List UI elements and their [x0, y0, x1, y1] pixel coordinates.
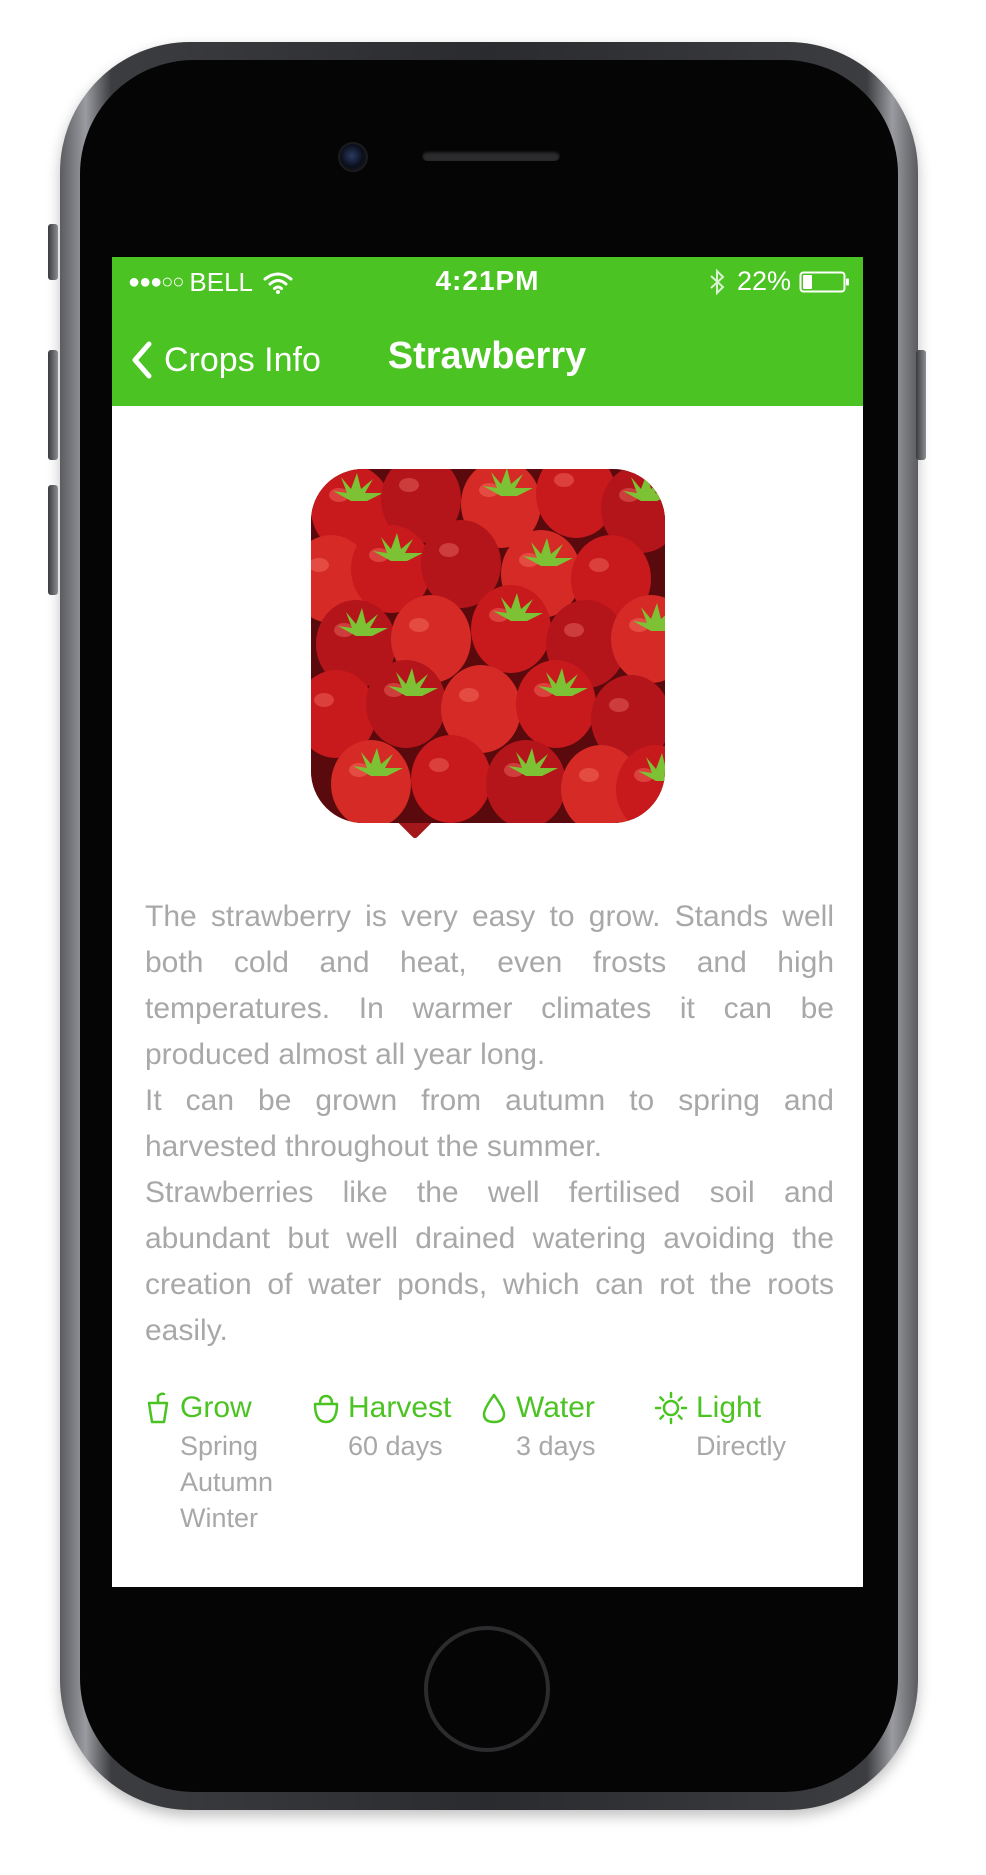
fact-value: 60 days — [348, 1431, 443, 1461]
volume-down-button — [48, 485, 58, 595]
crop-description: The strawberry is very easy to grow. Sta… — [145, 894, 834, 1354]
chevron-left-icon — [132, 341, 152, 379]
volume-up-button — [48, 350, 58, 460]
strawberry-highlight — [564, 623, 584, 637]
fact-value: Winter — [180, 1503, 259, 1533]
app-header: ●●●○○ BELL 4:21PM 22% Crops Info Strawbe… — [112, 257, 863, 406]
pot-icon — [147, 1392, 169, 1424]
fact-value: Autumn — [180, 1467, 274, 1497]
strawberry-highlight — [399, 478, 419, 492]
strawberry-shape — [516, 660, 596, 748]
description-paragraph: Strawberries like the well fertilised so… — [145, 1176, 834, 1347]
fact-grow: Grow Spring Autumn Winter — [144, 1388, 273, 1536]
app-screen: ●●●○○ BELL 4:21PM 22% Crops Info Strawbe… — [112, 257, 863, 1587]
strawberry-highlight — [609, 698, 629, 712]
fact-value: Directly — [696, 1431, 787, 1461]
battery-icon — [799, 271, 849, 292]
fact-light: Light Directly — [654, 1388, 786, 1464]
strawberry-photo — [311, 469, 665, 823]
fact-label: Water — [516, 1391, 595, 1424]
battery-percent: 22% — [736, 266, 791, 296]
sun-icon — [654, 1391, 688, 1425]
strawberry-highlight — [409, 618, 429, 632]
earpiece-speaker — [422, 150, 560, 161]
strawberry-highlight — [579, 768, 599, 782]
strawberry-shape — [411, 735, 491, 823]
crop-facts: Grow Spring Autumn Winter Harvest 60 day… — [144, 1388, 844, 1558]
fact-water: Water 3 days — [480, 1388, 596, 1464]
power-button — [916, 350, 926, 460]
crop-photo-bubble — [311, 469, 665, 840]
strawberry-highlight — [429, 758, 449, 772]
basket-icon — [313, 1394, 339, 1424]
back-button-label: Crops Info — [164, 340, 321, 379]
fact-label: Harvest — [348, 1391, 452, 1424]
strawberry-highlight — [554, 473, 574, 487]
strawberry-illustration — [311, 469, 665, 823]
water-drop-icon — [482, 1393, 506, 1424]
strawberry-highlight — [459, 688, 479, 702]
fact-value: Spring — [180, 1431, 259, 1461]
strawberry-highlight — [439, 543, 459, 557]
fact-harvest: Harvest 60 days — [312, 1388, 451, 1464]
status-bar: ●●●○○ BELL 4:21PM 22% — [112, 257, 863, 305]
front-camera — [338, 142, 368, 172]
bluetooth-icon — [710, 268, 725, 295]
home-button[interactable] — [424, 1626, 550, 1752]
back-button[interactable]: Crops Info — [130, 337, 321, 383]
strawberry-shape — [471, 585, 551, 673]
page-title: Strawberry — [387, 335, 587, 377]
description-paragraph: It can be grown from autumn to spring an… — [145, 1084, 834, 1163]
fact-label: Light — [696, 1391, 762, 1424]
strawberry-highlight — [314, 693, 334, 707]
mute-switch — [48, 224, 58, 280]
status-right: 22% — [707, 266, 851, 297]
description-paragraph: The strawberry is very easy to grow. Sta… — [145, 900, 834, 1071]
strawberry-shape — [366, 660, 446, 748]
fact-value: 3 days — [516, 1431, 596, 1461]
strawberry-highlight — [589, 558, 609, 572]
fact-label: Grow — [180, 1391, 252, 1424]
